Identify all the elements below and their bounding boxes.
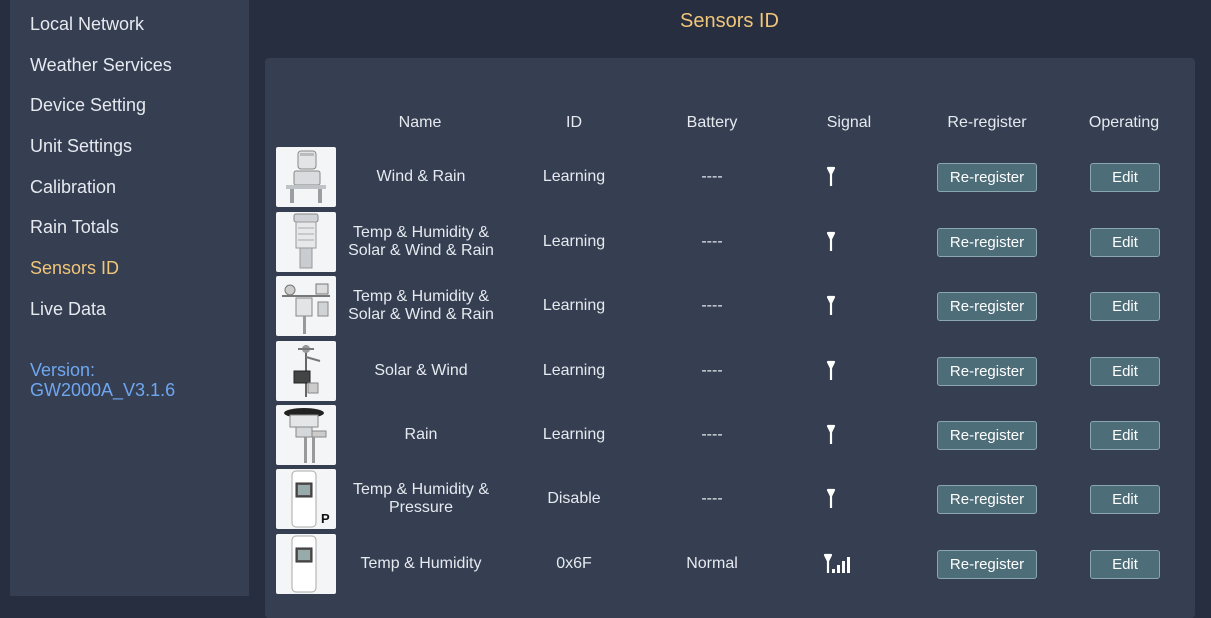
sensor-name: Temp & Humidity & Solar & Wind & Rain: [348, 224, 494, 259]
edit-button[interactable]: Edit: [1090, 549, 1160, 579]
antenna-icon: [800, 341, 880, 401]
sensor-id: Learning: [542, 168, 606, 185]
table-row: Temp & Humidity & Solar & Wind & Rain Lea…: [0, 276, 1211, 336]
signal-full-icon: [800, 534, 880, 594]
column-header-name: Name: [398, 114, 442, 131]
page-title: Sensors ID: [680, 10, 779, 32]
sidebar-item-device-setting[interactable]: Device Setting: [30, 95, 146, 116]
sensor-name: Temp & Humidity & Solar & Wind & Rain: [348, 288, 494, 323]
weather-array-icon: [276, 276, 336, 336]
column-header-id: ID: [566, 114, 582, 131]
table-row: Wind & Rain Learning ---- Re-register Ed…: [0, 147, 1211, 207]
sensor-battery: ----: [701, 490, 723, 507]
column-header-signal: Signal: [826, 114, 872, 131]
reregister-button[interactable]: Re-register: [937, 484, 1037, 514]
column-header-operating: Operating: [1088, 114, 1160, 131]
sensor-battery: ----: [701, 426, 723, 443]
column-header-battery: Battery: [686, 114, 738, 131]
antenna-icon: [800, 469, 880, 529]
sensor-id: 0x6F: [556, 555, 592, 572]
table-row: P Temp & Humidity & Pressure Disable ----…: [0, 469, 1211, 529]
sensor-id: Learning: [542, 297, 606, 314]
sensor-battery: ----: [701, 233, 723, 250]
reregister-button[interactable]: Re-register: [937, 227, 1037, 257]
column-header-reregister: Re-register: [947, 114, 1027, 131]
pressure-badge: P: [321, 511, 330, 526]
sensor-name: Solar & Wind: [374, 362, 468, 379]
sensor-battery: ----: [701, 362, 723, 379]
edit-button[interactable]: Edit: [1090, 356, 1160, 386]
rain-gauge-icon: [276, 405, 336, 465]
reregister-button[interactable]: Re-register: [937, 549, 1037, 579]
sidebar-item-local-network[interactable]: Local Network: [30, 14, 144, 35]
sensor-battery: ----: [701, 297, 723, 314]
sensor-id: Learning: [542, 426, 606, 443]
antenna-icon: [800, 212, 880, 272]
sensor-id: Disable: [547, 490, 601, 507]
sensor-battery: ----: [701, 168, 723, 185]
reregister-button[interactable]: Re-register: [937, 162, 1037, 192]
antenna-icon: [800, 405, 880, 465]
table-row: Rain Learning ---- Re-register Edit: [0, 405, 1211, 465]
sensor-battery: Normal: [686, 555, 738, 572]
sensor-id: Learning: [542, 362, 606, 379]
table-row: Temp & Humidity 0x6F Normal Re-register …: [0, 534, 1211, 594]
ultrasonic-sensor-icon: [276, 212, 336, 272]
sidebar-item-weather-services[interactable]: Weather Services: [30, 55, 172, 76]
edit-button[interactable]: Edit: [1090, 227, 1160, 257]
antenna-icon: [800, 147, 880, 207]
table-row: Solar & Wind Learning ---- Re-register E…: [0, 341, 1211, 401]
reregister-button[interactable]: Re-register: [937, 356, 1037, 386]
edit-button[interactable]: Edit: [1090, 420, 1160, 450]
solar-wind-sensor-icon: [276, 341, 336, 401]
antenna-icon: [800, 276, 880, 336]
table-row: Temp & Humidity & Solar & Wind & Rain Lea…: [0, 212, 1211, 272]
wind-rain-sensor-icon: [276, 147, 336, 207]
th-sensor-icon: [276, 534, 336, 594]
reregister-button[interactable]: Re-register: [937, 291, 1037, 321]
sensor-name: Temp & Humidity & Pressure: [352, 481, 490, 516]
edit-button[interactable]: Edit: [1090, 162, 1160, 192]
edit-button[interactable]: Edit: [1090, 484, 1160, 514]
sensor-name: Wind & Rain: [376, 168, 466, 185]
reregister-button[interactable]: Re-register: [937, 420, 1037, 450]
thp-sensor-icon: P: [276, 469, 336, 529]
edit-button[interactable]: Edit: [1090, 291, 1160, 321]
sensor-name: Rain: [404, 426, 438, 443]
sensor-id: Learning: [542, 233, 606, 250]
sensor-name: Temp & Humidity: [360, 555, 482, 572]
